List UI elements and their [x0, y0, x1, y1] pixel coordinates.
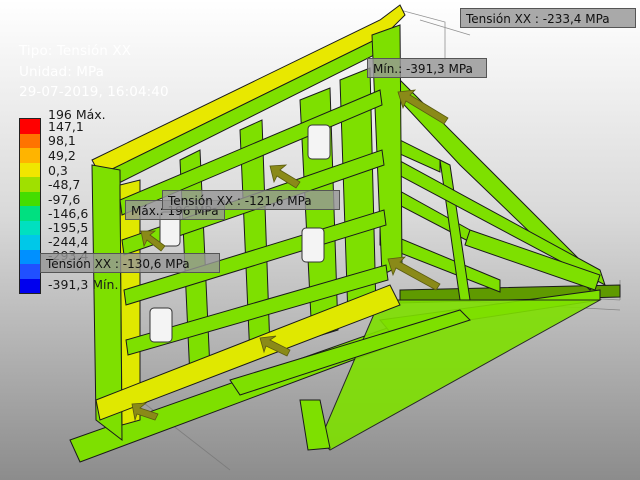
probe-callout-tension-top[interactable]: Tensión XX : -233,4 MPa [460, 8, 636, 28]
timestamp-label: 29-07-2019, 16:04:40 [19, 84, 169, 100]
legend-label: -97,6 [48, 192, 81, 207]
legend-swatch [20, 162, 40, 177]
legend-swatch [20, 249, 40, 264]
legend-swatch [20, 264, 40, 279]
min-value-callout[interactable]: Mín.: -391,3 MPa [367, 58, 487, 78]
legend-label-min: -391,3 Mín. [48, 277, 119, 292]
legend-swatch [20, 220, 40, 235]
legend-swatch [20, 148, 40, 163]
legend-label: 49,2 [48, 148, 76, 163]
legend-swatch [20, 235, 40, 250]
base-leg [299, 399, 331, 451]
legend-swatch [20, 278, 40, 293]
unit-label: Unidad: MPa [19, 64, 104, 80]
legend-label: -146,6 [48, 206, 89, 221]
legend-swatch [20, 119, 40, 134]
legend-label: -48,7 [48, 177, 81, 192]
legend-swatch [20, 177, 40, 192]
legend-swatch [20, 206, 40, 221]
side-truss [379, 79, 606, 301]
legend-swatch [20, 133, 40, 148]
probe-callout-tension-left[interactable]: Tensión XX : -130,6 MPa [40, 253, 220, 273]
legend-label: 0,3 [48, 163, 68, 178]
legend-label: 147,1 [48, 119, 84, 134]
legend-label: 98,1 [48, 133, 76, 148]
legend-label: -244,4 [48, 234, 89, 249]
result-type-label: Tipo: Tensión XX [19, 43, 132, 59]
legend-label: -195,5 [48, 220, 89, 235]
legend-color-bar [19, 118, 41, 294]
probe-callout-tension-mid[interactable]: Tensión XX : -121,6 MPa [162, 190, 340, 210]
legend-swatch [20, 191, 40, 206]
